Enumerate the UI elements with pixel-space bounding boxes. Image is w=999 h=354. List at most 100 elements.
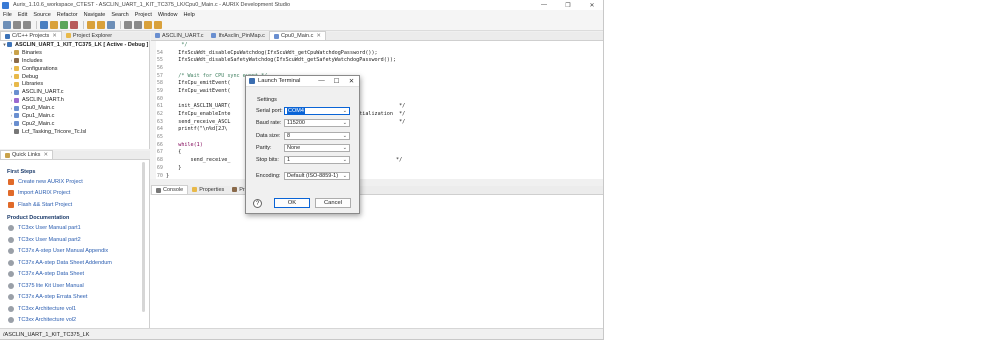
close-button[interactable]: ✕ (580, 0, 603, 10)
import-project-link[interactable]: Import AURIX Project (0, 188, 149, 200)
doc-link[interactable]: TC3xx User Manual part1 (0, 223, 149, 235)
menu-refactor[interactable]: Refactor (57, 12, 78, 18)
tree-item-project[interactable]: ▾ ASCLIN_UART_1_KIT_TC375_LK [ Active - … (0, 41, 149, 49)
next-annotation-icon[interactable] (134, 20, 142, 29)
tree-item-asclin-uart-h[interactable]: › ASCLIN_UART.h (0, 96, 149, 104)
first-steps-heading: First Steps (7, 168, 36, 175)
code-text: printf("\n%d[2J\ (166, 126, 228, 133)
menu-help[interactable]: Help (183, 12, 194, 18)
doc-link[interactable]: TC3xx Architecture vol1 (0, 303, 149, 315)
doc-link[interactable]: TC37x AA-step Errata Sheet (0, 292, 149, 304)
back-icon[interactable] (144, 20, 152, 29)
doc-link[interactable]: TC37x AA-step Data Sheet Addendum (0, 257, 149, 269)
doc-link[interactable]: TC37x A-step User Manual Appendix (0, 246, 149, 258)
parity-select[interactable]: None ⌄ (284, 143, 350, 152)
search-icon[interactable] (107, 20, 115, 29)
tab-cpu0-main-c[interactable]: Cpu0_Main.c ✕ (268, 31, 326, 40)
tab-console[interactable]: Console (151, 185, 189, 194)
toolbar-separator (120, 20, 121, 29)
new-icon[interactable] (3, 20, 11, 29)
tree-item-configurations[interactable]: › Configurations (0, 65, 149, 73)
chevron-down-icon: ⌄ (342, 119, 347, 126)
save-all-icon[interactable] (23, 20, 31, 29)
c-file-icon (211, 33, 217, 38)
help-icon[interactable]: ? (253, 199, 262, 208)
close-tab-icon[interactable]: ✕ (316, 33, 321, 39)
parity-label: Parity: (256, 144, 272, 151)
menu-source[interactable]: Source (33, 12, 50, 18)
flash-icon[interactable] (87, 20, 95, 29)
line-number: 59 (156, 87, 163, 94)
ide-window: Aurix_1.10.6_workspace_CTEST - ASCLIN_UA… (0, 0, 604, 340)
chevron-down-icon: ⌄ (342, 107, 347, 114)
tree-item-cpu2-main[interactable]: › Cpu2_Main.c (0, 120, 149, 128)
debug-icon[interactable] (70, 20, 78, 29)
tree-item-asclin-uart-c[interactable]: › ASCLIN_UART.c (0, 88, 149, 96)
document-icon (8, 294, 14, 301)
save-icon[interactable] (13, 20, 21, 29)
tree-item-binaries[interactable]: › Binaries (0, 49, 149, 57)
settings-group-label: Settings (257, 97, 277, 103)
terminal-icon[interactable] (97, 20, 105, 29)
menu-window[interactable]: Window (158, 12, 178, 18)
code-editor[interactable]: */54 IfxScuWdt_disableCpuWatchdog(IfxScu… (150, 41, 603, 179)
serial-port-select[interactable]: COM4 ⌄ (284, 106, 350, 115)
cancel-button[interactable]: Cancel (315, 198, 351, 208)
build-icon[interactable] (40, 20, 48, 29)
forward-icon[interactable] (154, 20, 162, 29)
prev-annotation-icon[interactable] (124, 20, 132, 29)
tree-item-cpu0-main[interactable]: › Cpu0_Main.c (0, 104, 149, 112)
baud-rate-select[interactable]: 115200 ⌄ (284, 118, 350, 127)
console-icon (156, 187, 161, 193)
create-project-link[interactable]: Create new AURIX Project (0, 176, 149, 188)
tab-label: C/C++ Projects (12, 33, 50, 39)
tree-item-label: Debug (22, 73, 39, 80)
doc-link[interactable]: TC3xx User Manual part2 (0, 234, 149, 246)
tree-item-includes[interactable]: › Includes (0, 57, 149, 65)
c-file-icon (14, 105, 19, 111)
dialog-maximize-button[interactable]: ☐ (329, 77, 344, 85)
tab-ifxasclin-pinmap-c[interactable]: IfxAsclin_PinMap.c (207, 31, 268, 40)
tab-quick-links[interactable]: Quick Links ✕ (0, 150, 54, 159)
line-number: 62 (156, 111, 163, 118)
quick-links-scrollbar[interactable] (142, 162, 145, 312)
doc-link[interactable]: TC375 lite Kit User Manual (0, 280, 149, 292)
tab-c-cpp-projects[interactable]: C/C++ Projects ✕ (0, 31, 62, 40)
tree-item-debug[interactable]: › Debug (0, 73, 149, 81)
dialog-close-button[interactable]: ✕ (344, 77, 359, 85)
encoding-select[interactable]: Default (ISO-8859-1) ⌄ (284, 171, 350, 180)
tab-asclin-uart-c[interactable]: ASCLIN_UART.c (151, 31, 207, 40)
doc-link[interactable]: TC37x AA-step Data Sheet (0, 269, 149, 281)
menu-search[interactable]: Search (111, 12, 128, 18)
data-size-select[interactable]: 8 ⌄ (284, 131, 350, 140)
tab-project-explorer[interactable]: Project Explorer (62, 31, 116, 40)
hammer-icon[interactable] (50, 20, 58, 29)
menu-edit[interactable]: Edit (18, 12, 27, 18)
parity-row: Parity: None ⌄ (256, 143, 351, 152)
line-number: 69 (156, 164, 163, 171)
title-bar: Aurix_1.10.6_workspace_CTEST - ASCLIN_UA… (0, 0, 603, 10)
doc-link[interactable]: TC3xx Architecture vol2 (0, 315, 149, 327)
close-tab-icon[interactable]: ✕ (43, 152, 48, 158)
terminal-icon (249, 78, 255, 84)
code-text: while(1) (166, 141, 203, 148)
link-label: Create new AURIX Project (18, 178, 83, 185)
run-icon[interactable] (60, 20, 68, 29)
flash-start-link[interactable]: Flash && Start Project (0, 199, 149, 211)
maximize-button[interactable]: ❐ (556, 0, 580, 10)
tree-item-libraries[interactable]: › Libraries (0, 80, 149, 88)
menu-file[interactable]: File (3, 12, 12, 18)
tab-properties[interactable]: Properties (188, 185, 228, 194)
close-tab-icon[interactable]: ✕ (52, 33, 57, 39)
menu-project[interactable]: Project (135, 12, 152, 18)
tree-item-cpu1-main[interactable]: › Cpu1_Main.c (0, 112, 149, 120)
tab-label: ASCLIN_UART.c (162, 32, 204, 39)
ok-button[interactable]: OK (274, 198, 310, 208)
menu-navigate[interactable]: Navigate (84, 12, 106, 18)
tree-item-lcf[interactable]: Lcf_Tasking_Tricore_Tc.lsl (0, 128, 149, 136)
minimize-button[interactable]: — (532, 0, 556, 10)
dialog-minimize-button[interactable]: — (314, 77, 329, 85)
console-view[interactable] (150, 195, 603, 328)
tree-item-label: ASCLIN_UART_1_KIT_TC375_LK [ Active - De… (15, 41, 149, 48)
stop-bits-select[interactable]: 1 ⌄ (284, 155, 350, 164)
